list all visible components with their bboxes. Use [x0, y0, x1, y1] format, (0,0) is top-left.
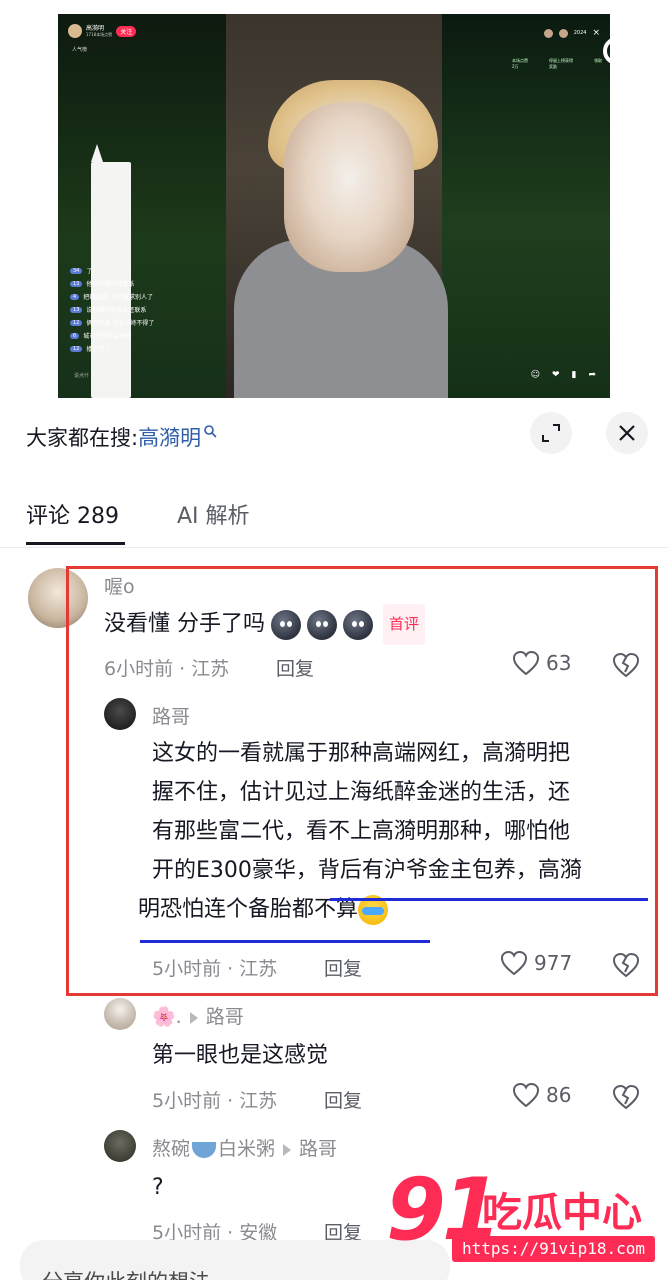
chat-line: 6 城市还是机会多吧: [70, 329, 300, 342]
reply-target[interactable]: 路哥: [299, 1138, 337, 1160]
chat-text: 城市还是机会多吧: [83, 333, 132, 340]
live-toolbar: ☺ ❤ ▮ ➦: [531, 370, 596, 380]
live-chat-input[interactable]: 说点什: [74, 372, 89, 379]
chat-text: 俩都开播 连麦对峙不得了: [86, 320, 155, 327]
reply-author-part: 熬碗: [152, 1138, 191, 1160]
video-preview[interactable]: 高漪明 1718本场点赞 关注 人气榜 2024 × 本场点赞 2万 停留上榜获得…: [0, 0, 668, 420]
share-icon[interactable]: ➦: [588, 370, 596, 380]
info-left-value: 2万: [512, 64, 519, 69]
avatar[interactable]: [104, 998, 136, 1030]
info-mid-sub: 奖励: [549, 64, 557, 69]
trending-search-prefix: 大家都在搜:: [26, 426, 139, 450]
chat-text: 他说你跟前任联系: [86, 281, 135, 288]
host-name: 高漪明: [86, 24, 105, 32]
chat-line: 13 说你跟你前女友还联系: [70, 303, 300, 316]
active-tab-indicator: [26, 542, 125, 545]
reply-author[interactable]: 熬碗 白米粥 路哥: [152, 1134, 337, 1161]
streamer-face-blurred: [284, 102, 414, 272]
live-host-info[interactable]: 高漪明 1718本场点赞 关注: [68, 24, 137, 38]
more-icon[interactable]: ▮: [572, 370, 577, 380]
chat-text: 播点赞了: [86, 346, 111, 353]
reply-author-part: 白米粥: [218, 1138, 276, 1160]
popularity-rank[interactable]: 人气榜: [72, 46, 87, 53]
comment-sheet: 大家都在搜: 高漪明 评论 289 AI 解析 喔o 没看懂 分手了吗 首评 6小…: [0, 398, 668, 1280]
reply-to-arrow-icon: [189, 1011, 198, 1024]
chat-level-badge: 13: [70, 280, 83, 287]
chat-text: 把都乱搞, 你还要求别人了: [83, 294, 154, 301]
like-count: 86: [546, 1083, 572, 1107]
watermark-url: https://91vip18.com: [452, 1236, 656, 1262]
chat-line: 12 播点赞了: [70, 342, 300, 355]
annotation-underline: [140, 940, 430, 943]
background-right: [442, 14, 610, 398]
reply-author-emoji: 🌸.: [152, 1006, 182, 1028]
comment-tabs: 评论 289 AI 解析: [0, 494, 668, 548]
live-chat: 34 了? 13 他说你跟前任联系 4 把都乱搞, 你还要求别人了 13 说你跟你前女友…: [70, 264, 300, 355]
viewer-count: 2024: [573, 30, 587, 36]
chat-level-badge: 12: [70, 319, 83, 326]
reply-text[interactable]: ?: [152, 1168, 164, 1207]
chat-line: 13 他说你跟前任联系: [70, 277, 300, 290]
search-icon: [204, 425, 217, 438]
viewer-strip[interactable]: 2024 ×: [543, 28, 600, 38]
viewer-avatar[interactable]: [558, 28, 568, 38]
watermark-title: 吃瓜中心: [482, 1190, 642, 1236]
close-icon: [619, 425, 635, 441]
follow-button[interactable]: 关注: [116, 25, 137, 37]
bowl-icon: [192, 1141, 217, 1158]
heart-icon: [512, 1082, 540, 1108]
tab-comments[interactable]: 评论 289: [26, 498, 119, 530]
trending-search-term[interactable]: 高漪明: [138, 422, 201, 452]
info-left-label: 本场点赞: [512, 58, 528, 63]
gift-icon[interactable]: ❤: [552, 370, 560, 380]
trending-search[interactable]: 大家都在搜: 高漪明: [26, 422, 217, 452]
like-button[interactable]: 86: [512, 1082, 571, 1108]
chat-level-badge: 6: [70, 332, 80, 339]
chat-text: 了?: [86, 268, 96, 275]
annotation-underline: [330, 898, 648, 901]
site-watermark: 91 吃瓜中心 https://91vip18.com: [386, 1160, 660, 1272]
host-avatar[interactable]: [68, 24, 82, 38]
broken-heart-icon[interactable]: [612, 1084, 640, 1110]
reply-text[interactable]: 第一眼也是这感觉: [152, 1036, 328, 1075]
white-panel-tip: [91, 144, 103, 162]
reply-button[interactable]: 回复: [324, 1086, 362, 1113]
chat-line: 12 俩都开播 连麦对峙不得了: [70, 316, 300, 329]
reply-author[interactable]: 🌸. 路哥: [152, 1002, 244, 1029]
highlight-box: [66, 566, 658, 996]
info-mid-label: 停留上榜获得: [549, 58, 573, 63]
reply-target[interactable]: 路哥: [206, 1006, 244, 1028]
composer-placeholder: 分享你此刻的想法: [42, 1266, 210, 1280]
emoji-icon[interactable]: ☺: [531, 370, 540, 380]
chat-line: 34 了?: [70, 264, 300, 277]
live-stream-frame[interactable]: 高漪明 1718本场点赞 关注 人气榜 2024 × 本场点赞 2万 停留上榜获得…: [58, 14, 610, 398]
chat-level-badge: 12: [70, 345, 83, 352]
reply-meta: 5小时前 · 江苏: [152, 1090, 278, 1112]
host-fans: 1718本场点赞: [86, 31, 113, 37]
reply-to-arrow-icon: [283, 1143, 292, 1156]
chat-line: 4 把都乱搞, 你还要求别人了: [70, 290, 300, 303]
search-icon[interactable]: [598, 32, 642, 76]
avatar[interactable]: [104, 1130, 136, 1162]
chat-text: 说你跟你前女友还联系: [86, 307, 147, 314]
live-info-panel[interactable]: 本场点赞 2万 停留上榜获得 奖励 领取: [512, 58, 602, 70]
expand-icon: [542, 424, 560, 442]
viewer-avatar[interactable]: [543, 28, 553, 38]
chat-level-badge: 34: [70, 267, 83, 274]
chat-level-badge: 4: [70, 293, 80, 300]
tab-ai-analysis[interactable]: AI 解析: [177, 498, 250, 530]
chat-level-badge: 13: [70, 306, 83, 313]
close-button[interactable]: [606, 412, 648, 454]
expand-button[interactable]: [530, 412, 572, 454]
